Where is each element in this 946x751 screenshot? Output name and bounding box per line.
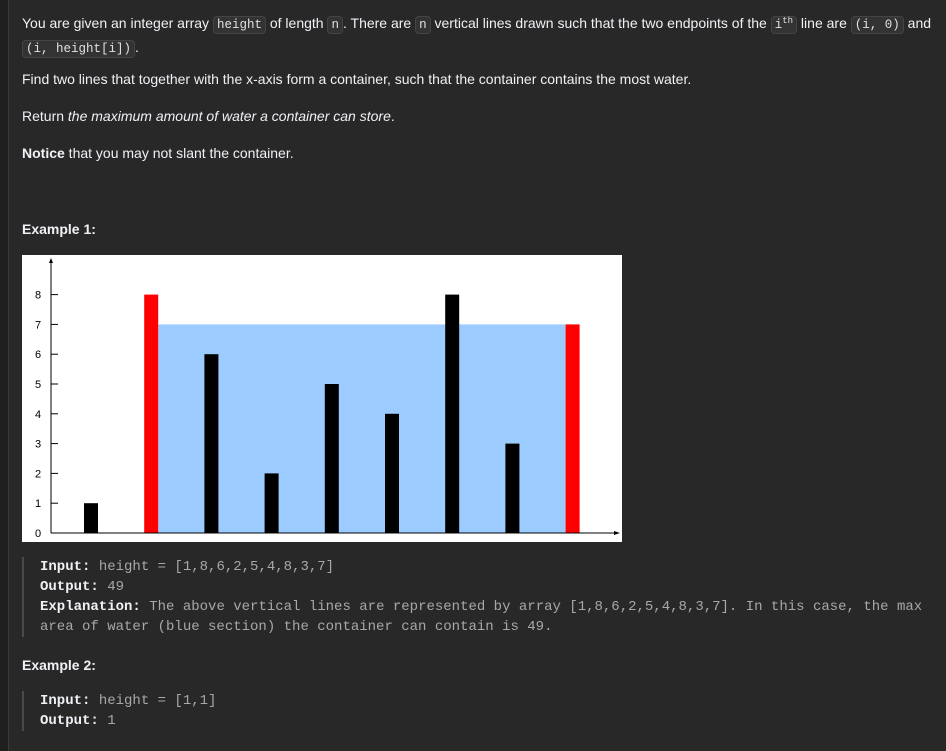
x-axis-arrow xyxy=(614,531,620,535)
inline-code-n: n xyxy=(327,16,343,35)
y-tick-label: 8 xyxy=(35,290,41,302)
y-tick-label: 0 xyxy=(35,528,41,540)
bar xyxy=(84,503,98,533)
left-gutter xyxy=(0,0,9,751)
output-label: Output: xyxy=(40,579,99,595)
y-tick-label: 7 xyxy=(35,319,41,331)
output-value: 49 xyxy=(98,579,125,595)
bar xyxy=(505,443,520,533)
water-area xyxy=(158,324,566,533)
output-label: Output: xyxy=(40,713,99,729)
inline-code-n: n xyxy=(415,16,431,35)
text-segment: . xyxy=(135,39,139,56)
emphasis-text: the maximum amount of water a container … xyxy=(67,108,391,124)
input-value: height = [1,8,6,2,5,4,8,3,7] xyxy=(90,559,335,575)
example-1-block: Input: height = [1,8,6,2,5,4,8,3,7] Outp… xyxy=(22,557,940,637)
y-tick-label: 4 xyxy=(35,409,41,421)
explanation-label: Explanation: xyxy=(40,599,141,615)
inline-code-height: height xyxy=(212,16,266,35)
text-segment: . xyxy=(390,108,395,124)
y-tick-label: 2 xyxy=(35,468,41,480)
example-2-title: Example 2: xyxy=(22,657,96,673)
input-label: Input: xyxy=(40,693,91,709)
text-segment: and xyxy=(903,15,932,32)
bar xyxy=(204,354,219,533)
inline-code-i0: (i, 0) xyxy=(850,16,904,35)
bar xyxy=(385,413,399,533)
y-tick-label: 3 xyxy=(35,439,41,451)
output-value: 1 xyxy=(98,713,116,729)
highlighted-bar xyxy=(144,294,159,533)
text-segment: line are xyxy=(797,15,851,32)
text-segment: . There are xyxy=(342,15,416,32)
y-tick-label: 5 xyxy=(35,379,41,391)
text-segment: that you may not slant the container. xyxy=(64,145,294,161)
bar xyxy=(445,294,460,533)
problem-paragraph-4: Notice that you may not slant the contai… xyxy=(22,142,294,164)
inline-code-ith: ith xyxy=(770,16,798,35)
y-tick-label: 6 xyxy=(35,349,41,361)
example-2-block: Input: height = [1,1] Output: 1 xyxy=(22,691,216,731)
container-chart: 0 1 2 3 4 5 6 7 8 xyxy=(35,258,620,540)
explanation-value: The above vertical lines are represented… xyxy=(40,599,923,635)
input-label: Input: xyxy=(40,559,91,575)
problem-paragraph-2: Find two lines that together with the x-… xyxy=(22,71,692,87)
problem-paragraph-1: You are given an integer array height of… xyxy=(22,10,938,60)
y-tick-label: 1 xyxy=(35,498,41,510)
y-axis-arrow xyxy=(49,258,53,263)
superscript-th: th xyxy=(782,16,794,26)
problem-paragraph-3: Return the maximum amount of water a con… xyxy=(22,105,395,127)
bar xyxy=(324,384,339,533)
bar xyxy=(264,473,279,533)
example-1-title: Example 1: xyxy=(22,221,96,237)
text-segment: You are given an integer array xyxy=(22,15,213,32)
highlighted-bar xyxy=(565,324,580,533)
input-value: height = [1,1] xyxy=(90,693,217,709)
text-segment: Return xyxy=(22,108,68,124)
text-segment: of length xyxy=(265,15,328,32)
inline-code-iheight: (i, height[i]) xyxy=(22,40,136,59)
text-segment: vertical lines drawn such that the two e… xyxy=(430,15,771,32)
example-1-figure: 0 1 2 3 4 5 6 7 8 xyxy=(22,255,622,542)
bold-text: Notice xyxy=(22,145,65,161)
